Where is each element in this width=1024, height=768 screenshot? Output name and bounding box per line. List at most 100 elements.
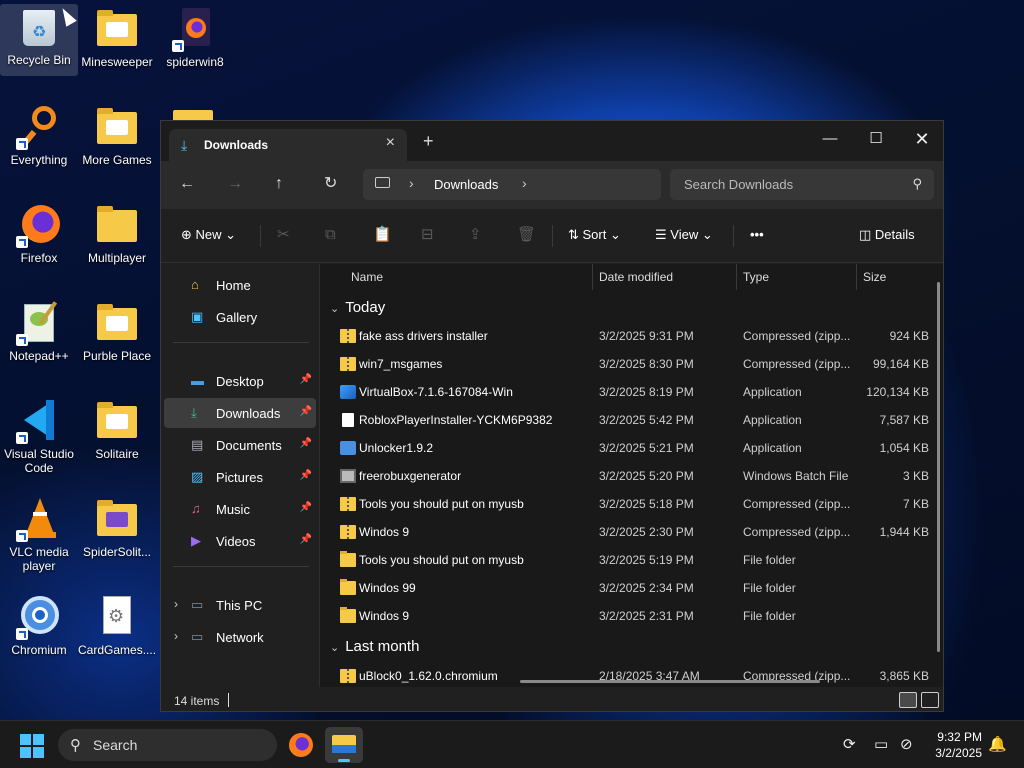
taskbar-file-explorer[interactable] xyxy=(325,727,363,763)
group-header-last-month[interactable]: ⌄ Last month xyxy=(330,638,419,655)
file-row[interactable]: VirtualBox-7.1.6-167084-Win 3/2/2025 8:19… xyxy=(320,378,943,406)
command-bar: ⊕ New ⌄ ✂ ⧉ 📋 ⊟ ⇪ 🗑 ⇅ Sort ⌄ ☰ View ⌄ ••… xyxy=(161,209,943,263)
file-row[interactable]: freerobuxgenerator 3/2/2025 5:20 PM Window… xyxy=(320,462,943,490)
desktop-icon-vlc[interactable]: VLC media player xyxy=(0,496,78,573)
back-button[interactable]: ← xyxy=(179,175,195,193)
sidebar-item-home[interactable]: ⌂ Home xyxy=(164,270,316,300)
group-header-today[interactable]: ⌄ Today xyxy=(330,299,385,316)
desktop-icon-label: SpiderSolit... xyxy=(82,545,152,559)
file-row[interactable]: Windos 99 3/2/2025 2:34 PM File folder xyxy=(320,574,943,602)
sidebar-item-gallery[interactable]: ▣ Gallery xyxy=(164,302,316,332)
tiles-view-button[interactable] xyxy=(921,692,939,708)
sidebar-item-downloads[interactable]: ⤓ Downloads 📌 xyxy=(164,398,316,428)
file-row[interactable]: uBlock0_1.62.0.chromium 2/18/2025 3:47 AM… xyxy=(320,662,943,687)
close-tab-icon[interactable]: × xyxy=(386,134,395,152)
column-size[interactable]: Size xyxy=(863,270,886,284)
file-type: File folder xyxy=(743,553,796,567)
column-separator[interactable] xyxy=(592,264,593,290)
file-row[interactable]: RobloxPlayerInstaller-YCKM6P9382 3/2/2025… xyxy=(320,406,943,434)
desktop-icon-visual-studio-code[interactable]: Visual Studio Code xyxy=(0,398,78,475)
file-name: freerobuxgenerator xyxy=(359,469,462,483)
search-box[interactable]: Search Downloads ⚲ xyxy=(670,169,934,200)
sidebar-item-pictures[interactable]: ▨ Pictures 📌 xyxy=(164,462,316,492)
maximize-button[interactable]: ☐ xyxy=(853,125,899,153)
desktop-icon-cardgames[interactable]: ⚙ CardGames.... xyxy=(78,594,156,657)
refresh-button[interactable]: ↻ xyxy=(324,175,337,193)
file-date: 3/2/2025 5:19 PM xyxy=(599,553,694,567)
desktop-icon-chromium[interactable]: Chromium xyxy=(0,594,78,657)
file-date: 3/2/2025 9:31 PM xyxy=(599,329,694,343)
rename-icon[interactable]: ⊟ xyxy=(421,226,434,244)
sidebar-item-network[interactable]: › ▭ Network xyxy=(164,622,316,652)
pin-icon: 📌 xyxy=(299,534,312,545)
desktop-icon-purble-place[interactable]: Purble Place xyxy=(78,300,156,363)
shortcut-arrow-icon xyxy=(16,138,28,150)
horizontal-scrollbar[interactable] xyxy=(520,680,820,683)
details-view-button[interactable] xyxy=(899,692,917,708)
file-size: 3,865 KB xyxy=(879,669,929,683)
column-separator[interactable] xyxy=(736,264,737,290)
copy-icon[interactable]: ⧉ xyxy=(325,226,336,244)
desktop-icon-spiderwin8[interactable]: spiderwin8 xyxy=(156,6,234,69)
sidebar-item-videos[interactable]: ▶ Videos 📌 xyxy=(164,526,316,556)
new-button[interactable]: ⊕ New ⌄ xyxy=(181,226,236,244)
column-separator[interactable] xyxy=(856,264,857,290)
paste-icon[interactable]: 📋 xyxy=(373,226,392,244)
file-row[interactable]: fake ass drivers installer 3/2/2025 9:31 … xyxy=(320,322,943,350)
sidebar-item-documents[interactable]: ▤ Documents 📌 xyxy=(164,430,316,460)
forward-button[interactable]: → xyxy=(227,175,243,193)
delete-icon[interactable]: 🗑 xyxy=(517,226,536,244)
column-date-modified[interactable]: Date modified xyxy=(599,270,673,284)
sidebar-item-this-pc[interactable]: › ▭ This PC xyxy=(164,590,316,620)
clock[interactable]: 9:32 PM 3/2/2025 xyxy=(928,729,982,761)
new-tab-button[interactable]: + xyxy=(423,132,434,150)
details-pane-button[interactable]: ◫ Details xyxy=(859,226,915,244)
close-window-button[interactable]: ✕ xyxy=(899,125,943,153)
file-row[interactable]: win7_msgames 3/2/2025 8:30 PM Compressed (… xyxy=(320,350,943,378)
file-row[interactable]: Windos 9 3/2/2025 2:30 PM Compressed (zipp… xyxy=(320,518,943,546)
desktop-icon-minesweeper[interactable]: Minesweeper xyxy=(78,6,156,69)
update-icon[interactable]: ⟳ xyxy=(843,735,856,753)
cut-icon[interactable]: ✂ xyxy=(277,226,290,244)
file-row[interactable]: Windos 9 3/2/2025 2:31 PM File folder xyxy=(320,602,943,630)
desktop-icon-more-games[interactable]: More Games xyxy=(78,104,156,167)
start-button[interactable] xyxy=(20,734,44,758)
share-icon[interactable]: ⇪ xyxy=(469,226,482,244)
up-button[interactable]: ↑ xyxy=(275,175,283,193)
desktop-icon-firefox[interactable]: Firefox xyxy=(0,202,78,265)
sidebar-item-music[interactable]: ♫ Music 📌 xyxy=(164,494,316,524)
view-button[interactable]: ☰ View ⌄ xyxy=(655,226,713,244)
file-name: uBlock0_1.62.0.chromium xyxy=(359,669,498,683)
sort-button[interactable]: ⇅ Sort ⌄ xyxy=(568,226,621,244)
address-bar[interactable]: › Downloads › xyxy=(363,169,661,200)
desktop-icon-notepad-plus-plus[interactable]: Notepad++ xyxy=(0,300,78,363)
desktop-icon-multiplayer[interactable]: Multiplayer xyxy=(78,202,156,265)
display-icon[interactable]: ▭ xyxy=(874,735,888,753)
file-row[interactable]: Unlocker1.9.2 3/2/2025 5:21 PM Application… xyxy=(320,434,943,462)
vertical-scrollbar[interactable] xyxy=(937,282,940,652)
taskbar-firefox[interactable] xyxy=(281,727,319,763)
breadcrumb-downloads[interactable]: Downloads xyxy=(434,177,498,192)
minimize-button[interactable]: — xyxy=(807,125,853,153)
file-name: Tools you should put on myusb xyxy=(359,497,524,511)
search-icon: ⚲ xyxy=(70,737,81,754)
network-icon[interactable]: ⊘ xyxy=(900,735,913,753)
chevron-right-icon[interactable]: › xyxy=(522,175,527,191)
file-row[interactable]: Tools you should put on myusb 3/2/2025 5:… xyxy=(320,546,943,574)
column-type[interactable]: Type xyxy=(743,270,769,284)
chevron-right-icon[interactable]: › xyxy=(174,597,178,611)
tab-downloads[interactable]: ⤓ Downloads × xyxy=(169,129,407,161)
desktop-icon-spidersolitaire[interactable]: SpiderSolit... xyxy=(78,496,156,559)
notification-bell-icon[interactable]: 🔔 xyxy=(988,735,1007,753)
desktop-icon-solitaire[interactable]: Solitaire xyxy=(78,398,156,461)
chevron-right-icon[interactable]: › xyxy=(409,175,414,191)
taskbar-search-box[interactable]: ⚲ Search xyxy=(58,729,277,761)
column-name[interactable]: Name xyxy=(351,270,383,284)
chevron-right-icon[interactable]: › xyxy=(174,629,178,643)
file-row[interactable]: Tools you should put on myusb 3/2/2025 5:… xyxy=(320,490,943,518)
more-options-button[interactable]: ••• xyxy=(750,226,764,244)
sidebar-item-desktop[interactable]: ▬ Desktop 📌 xyxy=(164,366,316,396)
pin-icon: 📌 xyxy=(299,502,312,513)
shortcut-arrow-icon xyxy=(16,628,28,640)
desktop-icon-everything[interactable]: Everything xyxy=(0,104,78,167)
